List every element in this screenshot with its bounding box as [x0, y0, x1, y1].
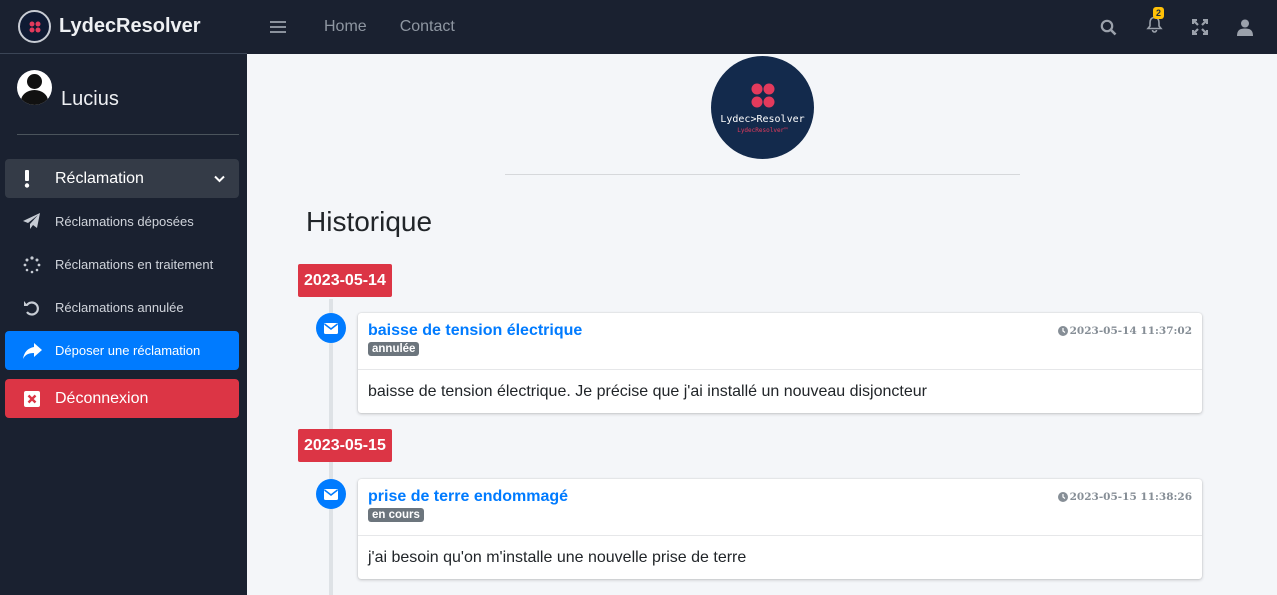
nav-link-home[interactable]: Home	[324, 18, 367, 36]
sidebar-item-en-traitement[interactable]: Réclamations en traitement	[5, 245, 239, 284]
sidebar-item-label: Réclamations annulée	[55, 300, 184, 315]
timeline-date-label: 2023-05-14	[298, 264, 392, 297]
user-icon[interactable]	[1237, 19, 1253, 36]
logo-subtitle: LydecResolver™	[737, 127, 788, 134]
spinner-icon	[23, 255, 47, 274]
logo-title: Lydec>Resolver	[720, 114, 805, 125]
brand-logo	[18, 10, 51, 43]
timeline-item-title[interactable]: baisse de tension électrique	[368, 322, 582, 340]
sidebar-item-reclamation[interactable]: Réclamation	[5, 159, 239, 198]
share-icon	[23, 342, 47, 359]
undo-icon	[23, 299, 47, 317]
timeline-item: baisse de tension électrique annulée 202…	[358, 313, 1202, 413]
bell-icon	[1146, 16, 1163, 38]
nav-link-contact[interactable]: Contact	[400, 18, 455, 36]
notification-badge: 2	[1153, 7, 1165, 19]
timeline-item-header: prise de terre endommagé en cours 2023-0…	[358, 479, 1202, 536]
sidebar-nav: Réclamation Réclamations déposées Réclam…	[5, 159, 239, 422]
clock-icon	[1057, 326, 1068, 336]
search-icon[interactable]	[1100, 19, 1117, 36]
close-square-icon	[23, 390, 47, 408]
notifications-button[interactable]: 2	[1146, 7, 1165, 38]
status-badge: annulée	[368, 342, 420, 356]
sidebar-item-label: Réclamations déposées	[55, 214, 194, 229]
timeline-date-label: 2023-05-15	[298, 429, 392, 462]
chevron-down-icon	[214, 170, 225, 188]
paper-plane-icon	[23, 213, 47, 230]
main-content: Lydec>Resolver LydecResolver™ Historique…	[247, 54, 1277, 595]
timeline-item-time-text: 2023-05-15 11:38:26	[1069, 491, 1192, 503]
sidebar-item-deposees[interactable]: Réclamations déposées	[5, 202, 239, 241]
top-icons: 2	[1071, 7, 1253, 38]
sidebar: LydecResolver Lucius Réclamation Réclama…	[0, 0, 247, 595]
timeline-item: prise de terre endommagé en cours 2023-0…	[358, 479, 1202, 579]
envelope-icon	[316, 313, 346, 343]
sidebar-item-annulee[interactable]: Réclamations annulée	[5, 288, 239, 327]
sidebar-item-label: Réclamations en traitement	[55, 257, 214, 272]
clock-icon	[1057, 492, 1068, 502]
exclamation-icon	[23, 169, 47, 188]
timeline-item-time: 2023-05-15 11:38:26	[1057, 491, 1192, 503]
page-title: Historique	[306, 206, 433, 237]
timeline-item-body: baisse de tension électrique. Je précise…	[368, 382, 927, 400]
app-logo: Lydec>Resolver LydecResolver™	[711, 56, 814, 159]
brand-name: LydecResolver	[59, 15, 201, 37]
timeline-item-body: j'ai besoin qu'on m'installe une nouvell…	[368, 548, 747, 566]
logout-button[interactable]: Déconnexion	[5, 379, 239, 418]
user-panel[interactable]: Lucius	[17, 70, 239, 135]
divider	[505, 174, 1020, 175]
timeline-item-time: 2023-05-14 11:37:02	[1057, 325, 1192, 337]
sidebar-item-deposer[interactable]: Déposer une réclamation	[5, 331, 239, 370]
timeline-item-header: baisse de tension électrique annulée 202…	[358, 313, 1202, 370]
timeline-item-time-text: 2023-05-14 11:37:02	[1069, 325, 1192, 337]
logo-mark-icon	[751, 83, 774, 108]
brand-link[interactable]: LydecResolver	[0, 0, 247, 54]
sidebar-item-label: Déposer une réclamation	[55, 343, 201, 358]
logout-label: Déconnexion	[55, 389, 149, 407]
avatar	[17, 70, 52, 105]
menu-toggle-icon[interactable]	[270, 21, 286, 33]
sidebar-item-label: Réclamation	[55, 169, 144, 187]
user-name[interactable]: Lucius	[61, 88, 119, 111]
top-navbar: Home Contact 2	[247, 0, 1277, 54]
envelope-icon	[316, 479, 346, 509]
timeline-item-title[interactable]: prise de terre endommagé	[368, 488, 568, 506]
status-badge: en cours	[368, 508, 424, 522]
fullscreen-icon[interactable]	[1192, 19, 1208, 35]
